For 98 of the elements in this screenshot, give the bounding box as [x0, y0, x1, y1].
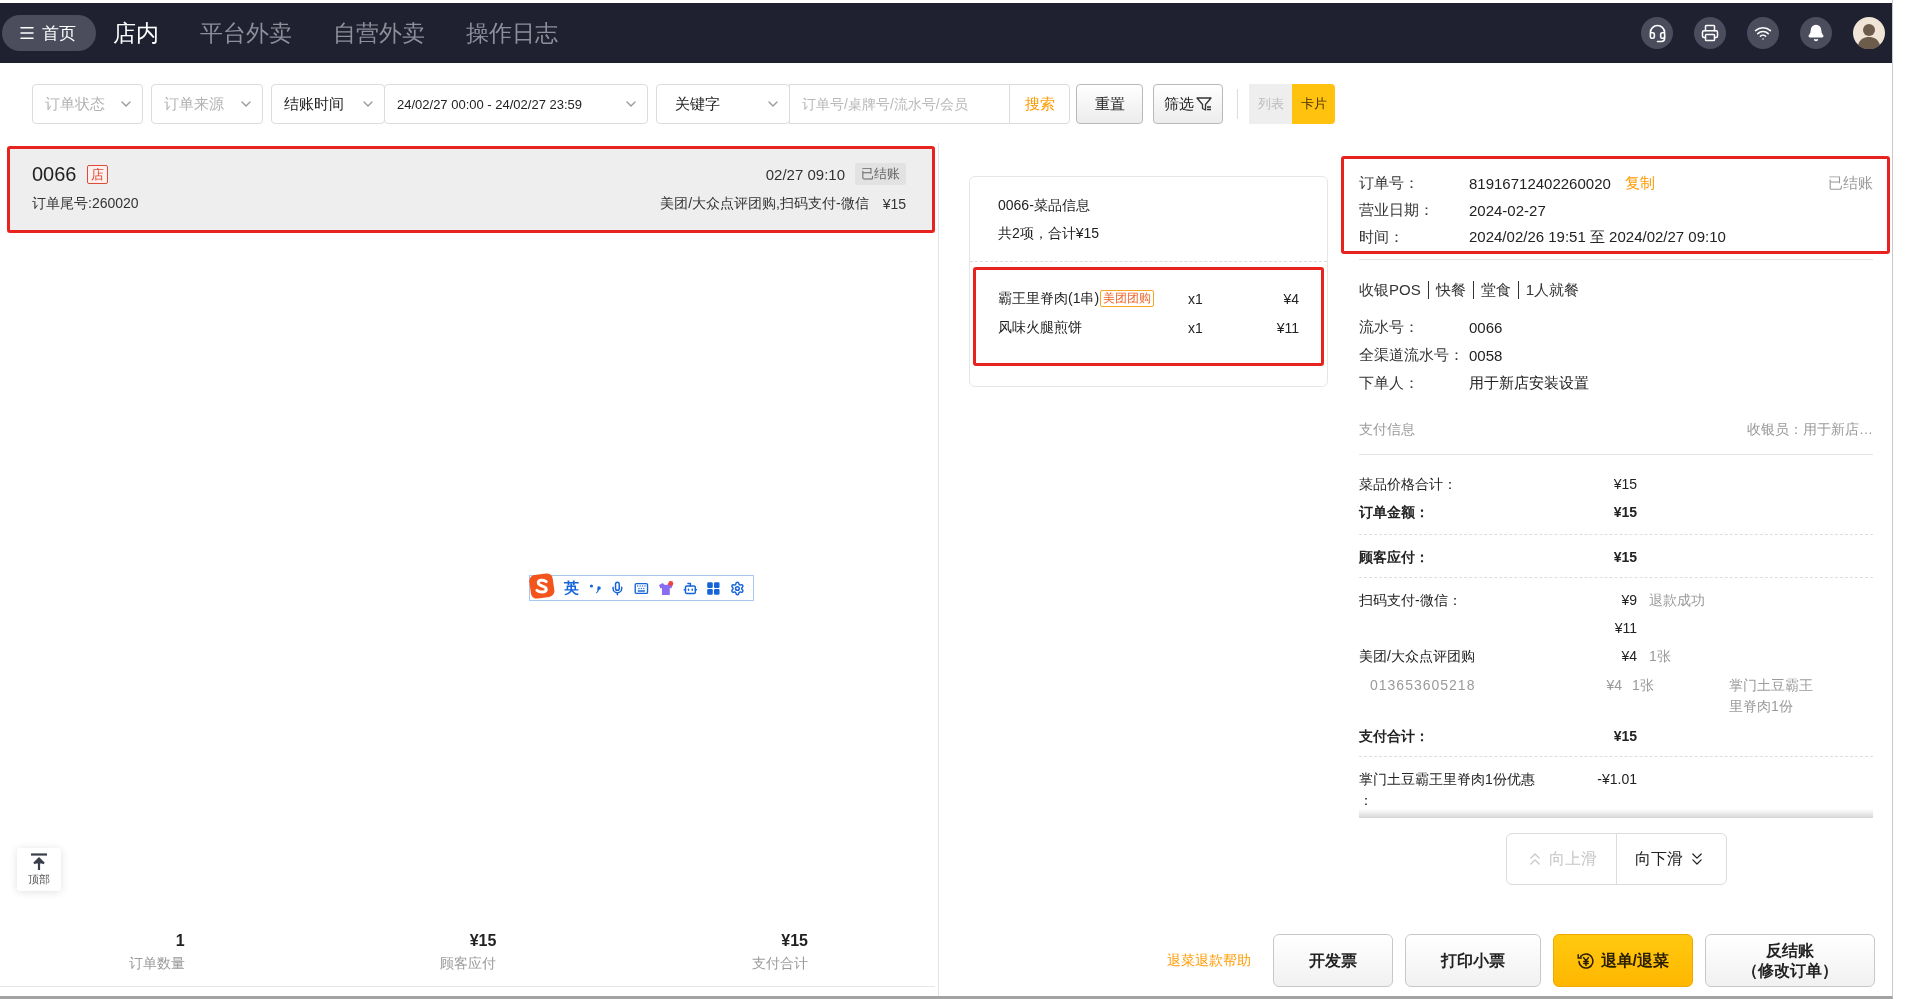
time-type-select[interactable]: 结账时间 [271, 84, 385, 124]
nav-tab[interactable]: 自营外卖 [333, 17, 425, 49]
wifi-icon[interactable] [1747, 17, 1779, 49]
menu-icon [18, 24, 36, 42]
payment-note: 1张 [1649, 647, 1672, 666]
nav-tab[interactable]: 操作日志 [466, 17, 558, 49]
date-range-field[interactable]: 24/02/27 00:00 - 24/02/27 23:59 [384, 84, 648, 124]
info-value: 0058 [1469, 346, 1503, 364]
info-label: 流水号： [1359, 317, 1420, 337]
reset-button[interactable]: 重置 [1076, 84, 1143, 124]
info-value: 2024/02/26 19:51 至 2024/02/27 09:10 [1469, 228, 1726, 247]
action-button[interactable]: 开发票 [1272, 934, 1393, 987]
order-payment-methods: 美团/大众点评团购,扫码支付-微信 [660, 195, 869, 213]
dish-name: 霸王里脊肉(1串) [998, 289, 1100, 308]
info-label: 全渠道流水号： [1359, 345, 1465, 365]
dish-tag: 美团团购 [1100, 290, 1155, 307]
headset-icon[interactable] [1641, 17, 1673, 49]
info-value: 81916712402260020 [1469, 175, 1611, 192]
summary-value: ¥15 [469, 931, 497, 951]
order-tag: 1人就餐 [1517, 281, 1587, 299]
order-status-text: 已结账 [1828, 174, 1873, 193]
view-mode-tab[interactable]: 卡片 [1292, 84, 1335, 124]
info-label: 订单号： [1359, 174, 1420, 193]
dish-quantity: x1 [1188, 319, 1204, 336]
payment-amount: ¥15 [1612, 548, 1637, 567]
order-tail-number: 订单尾号:260020 [32, 195, 139, 213]
payment-amount: ¥11 [1613, 619, 1637, 638]
order-serial-number: 0066 [32, 162, 77, 186]
nav-tab[interactable]: 平台外卖 [200, 17, 292, 49]
summary-label: 订单数量 [128, 954, 185, 973]
payment-amount: ¥15 [1612, 727, 1637, 746]
refund-icon [1576, 951, 1595, 970]
dish-price: ¥4 [1283, 290, 1299, 307]
order-tag: 快餐 [1427, 281, 1473, 299]
settings-icon[interactable] [730, 580, 745, 596]
robot-icon[interactable] [682, 580, 698, 596]
dish-quantity: x1 [1188, 290, 1204, 307]
summary-label: 支付合计 [752, 954, 808, 973]
voucher-count: 1张 [1632, 676, 1655, 695]
summary-label: 顾客应付 [440, 954, 497, 973]
filter-icon [1196, 96, 1212, 112]
voucher-amount: ¥4 [1605, 676, 1622, 695]
summary-value: ¥15 [781, 931, 808, 951]
grid-icon[interactable] [706, 580, 722, 596]
order-card[interactable]: 0066 店 02/27 09:10 已结账 订单尾号:260020 美团/大众点评团购,扫码支付-微信 ¥15 [7, 146, 935, 233]
payment-note: 退款成功 [1649, 591, 1706, 610]
voucher-code: 013653605218 [1370, 676, 1477, 695]
printer-icon[interactable] [1694, 17, 1726, 49]
shirt-icon[interactable] [657, 580, 674, 596]
keyboard-icon[interactable] [634, 580, 649, 596]
keyword-input[interactable]: 订单号/桌牌号/流水号/会员 [789, 84, 1010, 124]
dish-price: ¥11 [1276, 319, 1299, 336]
info-value: 0066 [1469, 318, 1503, 336]
info-label: 营业日期： [1359, 201, 1435, 220]
info-value: 2024-02-27 [1469, 202, 1546, 219]
dish-name: 风味火腿煎饼 [998, 318, 1082, 337]
filter-button[interactable]: 筛选 [1153, 84, 1223, 124]
arrow-up-to-line-icon [30, 852, 48, 870]
info-label: 时间： [1359, 228, 1405, 247]
payment-label: 订单金额： [1359, 503, 1430, 522]
nav-tab[interactable]: 店内 [113, 17, 159, 49]
cashier-text: 收银员：用于新店… [1747, 421, 1873, 439]
summary-value: 1 [175, 931, 185, 951]
punctuation-icon[interactable] [587, 581, 602, 595]
source-badge: 店 [86, 164, 108, 184]
order-amount: ¥15 [882, 196, 906, 212]
order-tag: 收银POS [1359, 281, 1428, 299]
dish-card-title: 0066-菜品信息 [998, 196, 1091, 215]
home-button[interactable]: 首页 [2, 15, 96, 51]
action-button[interactable]: 反结账（修改订单） [1705, 934, 1875, 987]
voucher-item: 掌门土豆霸王里脊肉1份 [1729, 676, 1814, 716]
avatar-icon[interactable] [1853, 17, 1885, 49]
order-time: 02/27 09:10 [765, 165, 845, 183]
bell-icon[interactable] [1800, 17, 1832, 49]
payment-info-heading: 支付信息 [1359, 421, 1415, 439]
action-button[interactable]: 退单/退菜 [1552, 934, 1693, 987]
keyword-type-select[interactable]: 关键字 [656, 84, 790, 124]
payment-label: 顾客应付： [1359, 548, 1430, 567]
order-tag: 堂食 [1472, 281, 1518, 299]
payment-amount: ¥15 [1612, 503, 1637, 522]
payment-amount: ¥15 [1612, 475, 1637, 494]
dish-card-summary: 共2项，合计¥15 [998, 224, 1101, 243]
back-to-top-button[interactable]: 顶部 [17, 848, 61, 891]
payment-label: 支付合计： [1359, 727, 1430, 746]
ime-mode-label[interactable]: 英 [563, 578, 579, 598]
payment-amount: ¥4 [1620, 647, 1637, 666]
action-button[interactable]: 打印小票 [1404, 934, 1541, 987]
payment-amount: -¥1.01 [1596, 770, 1637, 789]
payment-label: 掌门土豆霸王里脊肉1份优惠： [1359, 770, 1536, 810]
status-badge: 已结账 [855, 163, 906, 185]
info-value: 用于新店安装设置 [1469, 373, 1589, 393]
payment-label: 美团/大众点评团购 [1359, 647, 1476, 666]
ime-logo-icon[interactable] [529, 573, 555, 599]
info-label: 下单人： [1359, 373, 1420, 393]
scroll-button[interactable]: 向下滑 [1615, 833, 1727, 885]
payment-label: 菜品价格合计： [1359, 475, 1458, 494]
payment-label: 扫码支付-微信： [1359, 591, 1463, 610]
payment-amount: ¥9 [1620, 591, 1637, 610]
